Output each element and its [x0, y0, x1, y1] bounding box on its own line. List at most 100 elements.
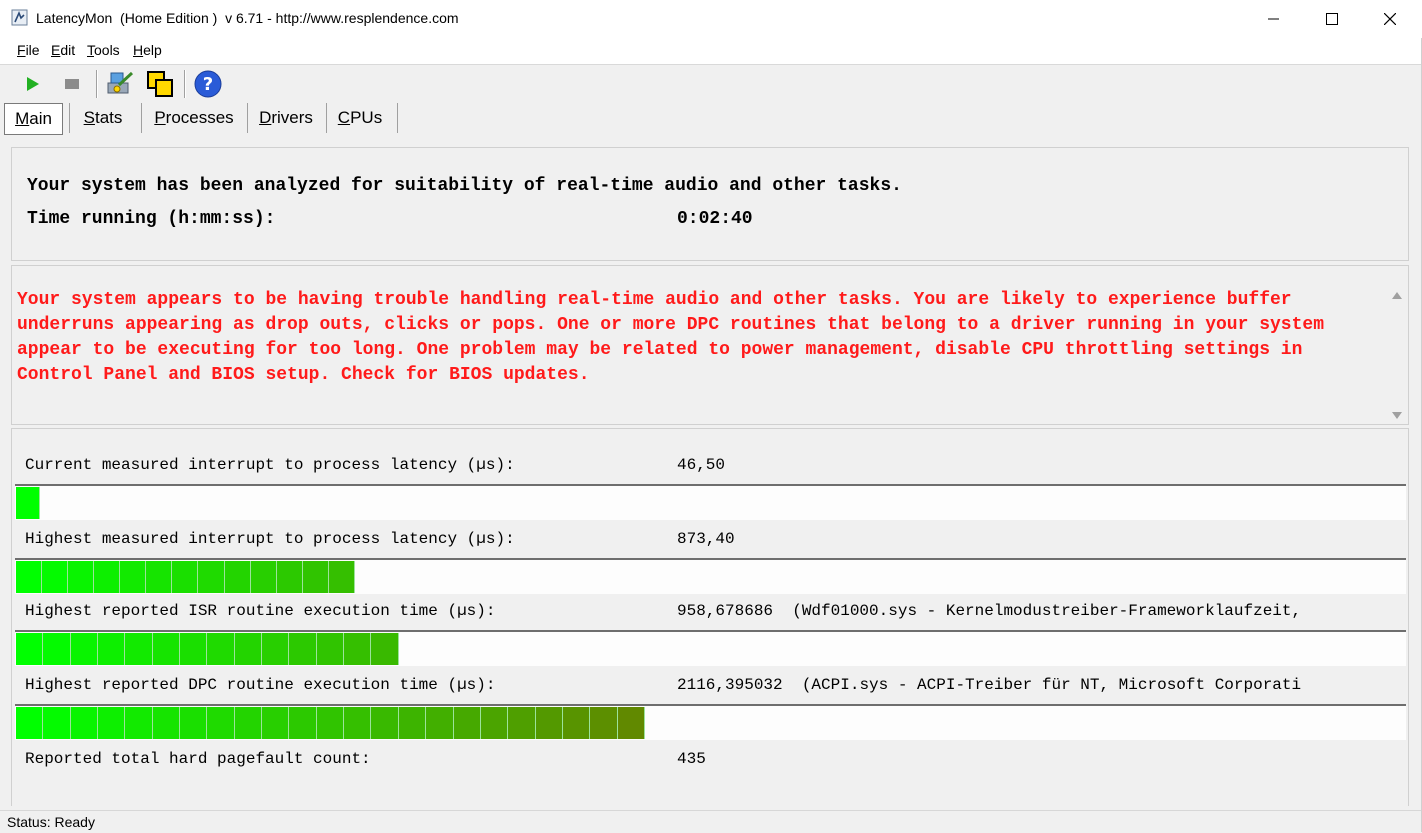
- bar-segment: [262, 633, 290, 665]
- close-button[interactable]: [1361, 0, 1419, 38]
- isr-time-label: Highest reported ISR routine execution t…: [25, 602, 496, 620]
- status-text: Status: Ready: [7, 814, 95, 830]
- maximize-icon: [1326, 13, 1338, 25]
- menu-file[interactable]: File: [17, 42, 40, 58]
- windows-button[interactable]: [144, 68, 176, 100]
- bar-segment: [508, 707, 536, 739]
- bar-fill: [16, 487, 40, 519]
- bar-segment: [371, 633, 399, 665]
- bar-segment: [16, 561, 43, 593]
- help-icon: ?: [194, 70, 222, 98]
- tab-separator: [69, 103, 70, 133]
- current-latency-value: 46,50: [677, 456, 726, 474]
- menu-bar: File Edit Tools Help: [0, 38, 1422, 65]
- current-latency-bar: [15, 484, 1406, 520]
- minimize-button[interactable]: [1245, 0, 1303, 38]
- app-icon: [11, 9, 28, 26]
- bar-segment: [344, 707, 372, 739]
- bar-segment: [371, 707, 399, 739]
- bar-segment: [146, 561, 173, 593]
- tab-stats[interactable]: Stats: [75, 103, 131, 133]
- bar-segment: [42, 561, 69, 593]
- bar-fill: [16, 633, 399, 665]
- time-running-value: 0:02:40: [677, 209, 753, 229]
- start-button[interactable]: [17, 68, 49, 100]
- highest-latency-bar: [15, 558, 1406, 594]
- menu-edit[interactable]: Edit: [51, 42, 75, 58]
- tab-separator: [326, 103, 327, 133]
- bar-segment: [70, 707, 99, 739]
- bar-segment: [207, 633, 235, 665]
- bar-segment: [43, 633, 71, 665]
- verdict-text: Your system appears to be having trouble…: [17, 290, 1325, 385]
- bar-segment: [289, 633, 317, 665]
- current-latency-label: Current measured interrupt to process la…: [25, 456, 515, 474]
- isr-driver-detail: (Wdf01000.sys - Kernelmodustreiber-Frame…: [792, 602, 1302, 620]
- pagefault-value: 435: [677, 750, 706, 768]
- bar-segment: [426, 707, 454, 739]
- dpc-time-bar: [15, 704, 1406, 740]
- bar-segment: [316, 707, 345, 739]
- bar-segment: [43, 707, 71, 739]
- tab-drivers[interactable]: Drivers: [253, 103, 319, 133]
- dpc-time-value: 2116,395032 (ACPI.sys - ACPI-Treiber für…: [677, 676, 1302, 694]
- bar-segment: [70, 633, 99, 665]
- bar-fill: [16, 707, 645, 739]
- tab-main[interactable]: Main: [4, 103, 63, 135]
- bar-segment: [262, 707, 290, 739]
- time-running-label: Time running (h:mm:ss):: [27, 209, 276, 229]
- isr-time-bar: [15, 630, 1406, 666]
- tab-bar: Main Stats Processes Drivers C PUs: [0, 101, 1422, 135]
- bar-segment: [224, 561, 251, 593]
- highest-latency-value: 873,40: [677, 530, 735, 548]
- analyze-icon: [107, 71, 134, 94]
- bar-segment: [398, 707, 427, 739]
- bar-segment: [234, 633, 263, 665]
- tab-processes[interactable]: Processes: [148, 103, 240, 133]
- pagefault-label: Reported total hard pagefault count:: [25, 750, 371, 768]
- bar-segment: [344, 633, 372, 665]
- bar-segment: [207, 707, 235, 739]
- tab-cpus[interactable]: C PUs: [333, 103, 387, 133]
- bar-segment: [480, 707, 509, 739]
- bar-segment: [234, 707, 263, 739]
- bar-segment: [16, 487, 40, 519]
- bar-segment: [562, 707, 591, 739]
- scroll-down-arrow-icon[interactable]: [1392, 412, 1402, 419]
- bar-segment: [276, 561, 303, 593]
- minimize-icon: [1268, 18, 1279, 20]
- bar-segment: [453, 707, 481, 739]
- bar-segment: [152, 633, 181, 665]
- window-title: LatencyMon (Home Edition ) v 6.71 - http…: [36, 10, 459, 26]
- bar-segment: [16, 633, 44, 665]
- bar-segment: [120, 561, 147, 593]
- tab-separator: [397, 103, 398, 133]
- menu-tools[interactable]: Tools: [87, 42, 120, 58]
- bar-segment: [180, 633, 208, 665]
- close-icon: [1384, 13, 1396, 25]
- bar-segment: [16, 707, 44, 739]
- bar-segment: [98, 633, 126, 665]
- tab-separator: [141, 103, 142, 133]
- bar-segment: [590, 707, 618, 739]
- analyze-button[interactable]: [104, 68, 136, 100]
- bar-segment: [250, 561, 277, 593]
- bar-segment: [152, 707, 181, 739]
- bar-segment: [289, 707, 317, 739]
- maximize-button[interactable]: [1303, 0, 1361, 38]
- isr-time-value: 958,678686 (Wdf01000.sys - Kernelmodustr…: [677, 602, 1302, 620]
- bar-segment: [68, 561, 95, 593]
- title-bar: LatencyMon (Home Edition ) v 6.71 - http…: [0, 0, 1422, 38]
- svg-text:?: ?: [203, 74, 213, 95]
- tab-separator: [247, 103, 248, 133]
- bar-segment: [94, 561, 121, 593]
- bar-segment: [125, 633, 153, 665]
- help-button[interactable]: ?: [192, 68, 224, 100]
- dpc-time-label: Highest reported DPC routine execution t…: [25, 676, 496, 694]
- toolbar-separator: [96, 70, 98, 98]
- toolbar-separator: [184, 70, 186, 98]
- scroll-up-arrow-icon[interactable]: [1392, 292, 1402, 299]
- menu-help[interactable]: Help: [133, 42, 162, 58]
- stop-button[interactable]: [56, 68, 88, 100]
- bar-segment: [302, 561, 329, 593]
